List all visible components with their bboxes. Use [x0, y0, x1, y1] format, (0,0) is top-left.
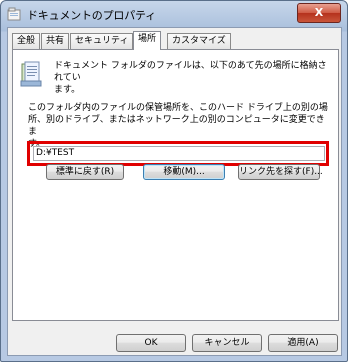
window-title: ドキュメントのプロパティ [27, 9, 156, 22]
documents-folder-icon [20, 61, 42, 87]
tab-location[interactable]: 場所 [133, 31, 162, 50]
info-line: 所、別のドライブ、またはネットワーク上の別のコンピュータに変更できま [28, 115, 325, 137]
info-line: このフォルダ内のファイルの保管場所を、このハード ドライブ上の別の場 [28, 103, 328, 113]
description-line: ドキュメント フォルダのファイルは、以下のあて先の場所に格納されてい [54, 61, 327, 83]
location-tab-panel: ドキュメント フォルダのファイルは、以下のあて先の場所に格納されてい ます。 こ… [12, 49, 339, 321]
ok-button[interactable]: OK [116, 334, 186, 352]
title-bar[interactable]: ドキュメントのプロパティ X [1, 1, 347, 27]
path-highlight-box [27, 141, 329, 166]
move-button[interactable]: 移動(M)... [143, 164, 225, 180]
close-icon: X [314, 6, 324, 19]
restore-default-button[interactable]: 標準に戻す(R) [46, 164, 124, 180]
tab-sharing[interactable]: 共有 [41, 33, 70, 49]
description-line: ます。 [54, 85, 81, 95]
tab-customize[interactable]: カスタマイズ [167, 33, 231, 49]
folder-icon [7, 7, 21, 21]
dialog-client-area: 全般 共有 セキュリティ 場所 カスタマイズ ドキュメント フォルダのファイルは… [7, 27, 342, 356]
find-target-button[interactable]: リンク先を探す(F)... [238, 164, 323, 180]
folder-path-input[interactable] [33, 146, 325, 161]
apply-button[interactable]: 適用(A) [268, 334, 338, 352]
cancel-button[interactable]: キャンセル [192, 334, 262, 352]
properties-window: ドキュメントのプロパティ X 全般 共有 セキュリティ 場所 カスタマイズ ドキ… [0, 0, 348, 362]
tab-general[interactable]: 全般 [12, 33, 41, 49]
close-button[interactable]: X [297, 3, 341, 23]
tab-security[interactable]: セキュリティ [70, 33, 134, 49]
location-description: ドキュメント フォルダのファイルは、以下のあて先の場所に格納されてい ます。 [54, 60, 334, 96]
